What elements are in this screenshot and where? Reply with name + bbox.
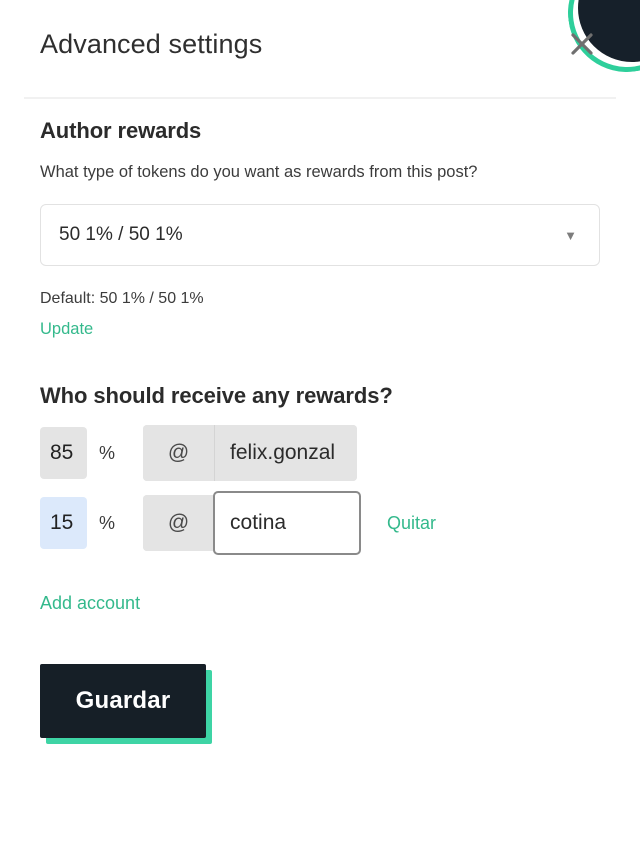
beneficiary-account-input[interactable]: felix.gonzal (215, 425, 358, 481)
advanced-settings-modal: Advanced settings Author rewards What ty… (0, 0, 640, 843)
beneficiary-row: 85 % @ felix.gonzal (40, 425, 600, 481)
at-symbol-prefix: @ (143, 425, 216, 481)
beneficiary-row: 15 % @ cotina Quitar (40, 491, 600, 555)
author-rewards-question: What type of tokens do you want as rewar… (40, 163, 478, 181)
default-reward-label: Default: 50 1% / 50 1% (40, 290, 204, 307)
beneficiary-percent-value: 85 (50, 441, 74, 464)
percent-symbol: % (99, 442, 116, 463)
beneficiary-account-group: @ cotina (143, 491, 362, 555)
beneficiary-percent-value: 15 (50, 511, 74, 534)
modal-header: Advanced settings (0, 0, 640, 88)
beneficiary-percent-input[interactable]: 15 (40, 497, 87, 549)
add-account-link[interactable]: Add account (40, 593, 140, 614)
reward-type-select[interactable]: 50 1% / 50 1% ▼ (40, 204, 600, 266)
beneficiary-account-input[interactable]: cotina (213, 491, 362, 555)
update-link[interactable]: Update (40, 320, 93, 339)
remove-beneficiary-link[interactable]: Quitar (387, 513, 436, 534)
at-symbol-prefix: @ (143, 495, 216, 551)
percent-symbol: % (99, 512, 116, 533)
header-divider (24, 97, 616, 99)
chevron-down-icon: ▼ (564, 227, 577, 243)
save-button[interactable]: Guardar (40, 664, 206, 738)
beneficiary-account-group: @ felix.gonzal (143, 425, 358, 481)
close-icon[interactable] (562, 24, 602, 64)
beneficiary-account-value: cotina (230, 511, 287, 534)
modal-body: Author rewards What type of tokens do yo… (0, 88, 640, 744)
beneficiary-percent-input[interactable]: 85 (40, 427, 87, 479)
author-rewards-heading: Author rewards (40, 118, 202, 143)
beneficiaries-heading: Who should receive any rewards? (40, 383, 393, 408)
reward-type-select-value: 50 1% / 50 1% (59, 224, 183, 245)
save-button-wrap: Guardar (40, 664, 212, 744)
page-title: Advanced settings (40, 28, 263, 59)
text-cursor-handle-icon[interactable] (221, 554, 232, 555)
